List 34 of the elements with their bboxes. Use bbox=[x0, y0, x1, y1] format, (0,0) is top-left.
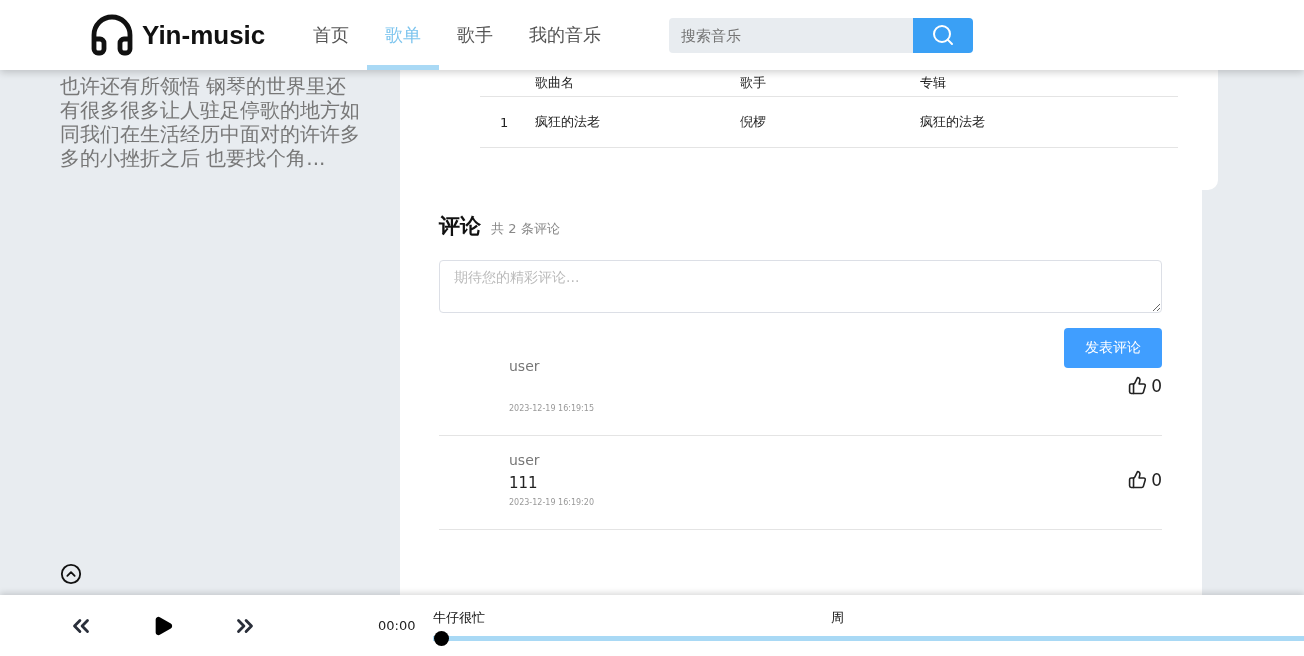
search-button[interactable] bbox=[913, 17, 974, 53]
artist-name: 周 bbox=[831, 609, 844, 627]
song-title: 牛仔很忙 bbox=[433, 609, 486, 627]
singer-name: 倪椤 bbox=[740, 113, 767, 131]
album-name: 疯狂的法老 bbox=[920, 113, 986, 131]
playlist-description: 也许还有所领悟 钢琴的世界里还有很多很多让人驻足停歌的地方如同我们在生活经历中面对的许许多多的小挫折之后 也要找个角... bbox=[60, 74, 361, 170]
column-header: 专辑 bbox=[920, 74, 947, 92]
thumbs-up-icon bbox=[1128, 470, 1148, 489]
comment-user: user bbox=[509, 452, 541, 468]
thumbs-up-icon bbox=[1128, 376, 1148, 395]
comments-title: 评论 bbox=[439, 213, 481, 240]
comment-time: 2023-12-19 16:19:20 bbox=[509, 498, 594, 507]
logo-text: Yin-music bbox=[142, 19, 266, 51]
song-title: 疯狂的法老 bbox=[535, 113, 601, 131]
nav-tab[interactable]: 首页 bbox=[295, 0, 368, 70]
search-icon bbox=[931, 23, 956, 47]
like-button[interactable]: 0 bbox=[1128, 469, 1162, 490]
comment-user: user bbox=[509, 358, 541, 374]
comment-count: 共 2 条评论 bbox=[491, 220, 560, 238]
like-button[interactable]: 0 bbox=[1128, 375, 1162, 396]
nav-tab[interactable]: 我的音乐 bbox=[511, 0, 620, 70]
nav-tab[interactable]: 歌手 bbox=[439, 0, 512, 70]
progress-thumb[interactable] bbox=[434, 631, 450, 646]
search-field[interactable]: 搜索音乐 bbox=[669, 17, 914, 53]
column-header: 歌手 bbox=[740, 74, 767, 92]
current-time: 00:00 bbox=[378, 618, 416, 633]
chevron-up-icon bbox=[60, 563, 82, 585]
comment-field[interactable]: 期待您的精彩评论... bbox=[439, 260, 1162, 313]
comment-text: 111 bbox=[509, 474, 539, 492]
song-row[interactable]: 1 疯狂的法老 倪椤 疯狂的法老 bbox=[480, 97, 1178, 148]
track-number: 1 bbox=[499, 114, 510, 130]
comment-time: 2023-12-19 16:19:15 bbox=[509, 404, 594, 413]
logo[interactable]: Yin-music bbox=[88, 11, 266, 59]
column-header: 歌曲名 bbox=[535, 74, 575, 92]
